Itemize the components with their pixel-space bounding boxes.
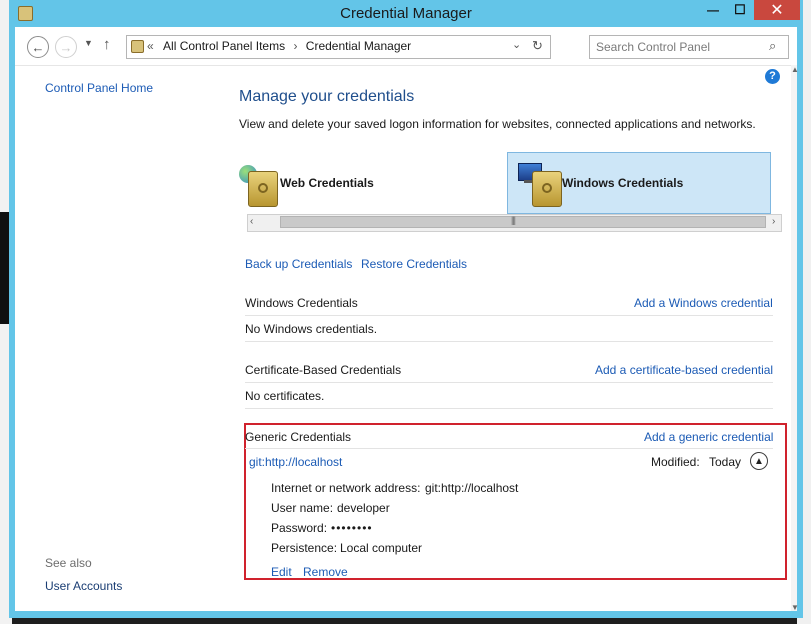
- divider: [245, 408, 773, 409]
- help-icon[interactable]: ?: [765, 69, 780, 84]
- chevron-down-icon: ▼: [84, 38, 93, 48]
- back-arrow-icon: ←: [31, 39, 45, 55]
- divider: [245, 382, 773, 383]
- add-certificate-credential-link[interactable]: Add a certificate-based credential: [595, 363, 773, 377]
- password-value: ••••••••: [331, 521, 373, 535]
- network-address-value: git:http://localhost: [425, 481, 519, 495]
- web-credentials-icon: [238, 161, 278, 207]
- modified-label: Modified:: [651, 455, 700, 469]
- back-up-credentials-link[interactable]: Back up Credentials: [245, 257, 352, 271]
- add-generic-credential-link[interactable]: Add a generic credential: [644, 430, 773, 444]
- generic-credentials-section-title: Generic Credentials: [245, 430, 352, 444]
- collapse-entry-button[interactable]: ▲: [750, 452, 768, 470]
- windows-credentials-icon: [518, 161, 562, 207]
- no-windows-credentials-text: No Windows credentials.: [245, 322, 378, 336]
- control-panel-home-link[interactable]: Control Panel Home: [45, 81, 153, 95]
- scroll-down-icon[interactable]: ▼: [791, 603, 799, 612]
- window-client-area: ← → ▼ ↑ « All Control Panel Items › Cred…: [15, 27, 799, 612]
- network-address-label: Internet or network address:: [271, 481, 421, 495]
- divider: [245, 315, 773, 316]
- windows-credentials-section-title: Windows Credentials: [245, 296, 358, 310]
- close-button[interactable]: ✕: [754, 0, 800, 20]
- breadcrumb-all-control-panel-items[interactable]: All Control Panel Items: [163, 39, 285, 53]
- navigation-bar: ← → ▼ ↑ « All Control Panel Items › Cred…: [15, 27, 797, 66]
- page-title: Manage your credentials: [239, 88, 415, 105]
- generic-credential-entry-name[interactable]: git:http://localhost: [249, 455, 342, 469]
- persistence-label: Persistence:: [271, 541, 338, 555]
- title-bar[interactable]: Credential Manager — ☐ ✕: [9, 0, 803, 27]
- refresh-icon: ↻: [532, 38, 543, 53]
- forward-arrow-icon: →: [59, 39, 73, 55]
- control-panel-icon: [131, 40, 144, 53]
- maximize-button[interactable]: ☐: [727, 0, 753, 20]
- search-icon[interactable]: ⌕: [769, 38, 776, 54]
- search-box[interactable]: Search Control Panel ⌕: [589, 35, 789, 59]
- page-description: View and delete your saved logon informa…: [239, 117, 756, 131]
- see-also-label: See also: [45, 556, 92, 570]
- restore-credentials-link[interactable]: Restore Credentials: [361, 257, 467, 271]
- maximize-icon: ☐: [734, 2, 746, 17]
- tab-web-credentials-label: Web Credentials: [280, 176, 374, 190]
- scrollbar-thumb[interactable]: |||: [280, 215, 766, 228]
- minimize-icon: —: [707, 3, 719, 17]
- chevron-down-icon: ⌄: [512, 39, 522, 51]
- add-windows-credential-link[interactable]: Add a Windows credential: [634, 296, 773, 310]
- scroll-right-icon[interactable]: ›: [772, 216, 775, 227]
- up-button[interactable]: ↑: [103, 36, 111, 53]
- persistence-value: Local computer: [340, 541, 423, 555]
- refresh-button[interactable]: ↻: [532, 38, 543, 54]
- up-arrow-icon: ↑: [103, 36, 111, 53]
- chevron-up-icon: ▲: [754, 455, 764, 467]
- remove-credential-link[interactable]: Remove: [303, 565, 348, 579]
- username-label: User name:: [271, 501, 334, 515]
- no-certificates-text: No certificates.: [245, 389, 325, 403]
- window-title: Credential Manager: [340, 5, 472, 22]
- username-value: developer: [337, 501, 390, 515]
- credential-manager-window: Credential Manager — ☐ ✕ ← → ▼ ↑ « All C…: [9, 0, 803, 618]
- tab-windows-credentials-label: Windows Credentials: [562, 176, 684, 190]
- scroll-up-icon[interactable]: ▲: [791, 65, 799, 74]
- user-accounts-link[interactable]: User Accounts: [45, 579, 122, 593]
- forward-button[interactable]: →: [55, 36, 77, 58]
- tab-windows-credentials[interactable]: Windows Credentials: [507, 152, 771, 214]
- edit-credential-link[interactable]: Edit: [271, 565, 292, 579]
- breadcrumb-separator-icon: ›: [293, 39, 298, 53]
- tiles-horizontal-scrollbar[interactable]: ‹ ||| ›: [247, 214, 782, 232]
- breadcrumb-credential-manager[interactable]: Credential Manager: [306, 39, 411, 53]
- address-box[interactable]: « All Control Panel Items › Credential M…: [126, 35, 551, 59]
- breadcrumb-overflow-icon[interactable]: «: [147, 39, 154, 53]
- modified-value: Today: [709, 455, 742, 469]
- back-button[interactable]: ←: [27, 36, 49, 58]
- scroll-left-icon[interactable]: ‹: [250, 216, 253, 227]
- minimize-button[interactable]: —: [700, 0, 726, 20]
- divider: [245, 448, 773, 449]
- divider: [245, 341, 773, 342]
- grip-icon: |||: [511, 215, 516, 225]
- password-label: Password:: [271, 521, 328, 535]
- certificate-credentials-section-title: Certificate-Based Credentials: [245, 363, 402, 377]
- address-dropdown-button[interactable]: ⌄: [512, 38, 521, 51]
- recent-pages-dropdown[interactable]: ▼: [84, 38, 93, 48]
- breadcrumb: « All Control Panel Items › Credential M…: [147, 39, 411, 53]
- vertical-scrollbar[interactable]: ▲ ▼: [791, 65, 799, 612]
- close-icon: ✕: [770, 2, 784, 19]
- search-input-placeholder[interactable]: Search Control Panel: [596, 40, 710, 54]
- tab-web-credentials[interactable]: Web Credentials: [238, 152, 506, 214]
